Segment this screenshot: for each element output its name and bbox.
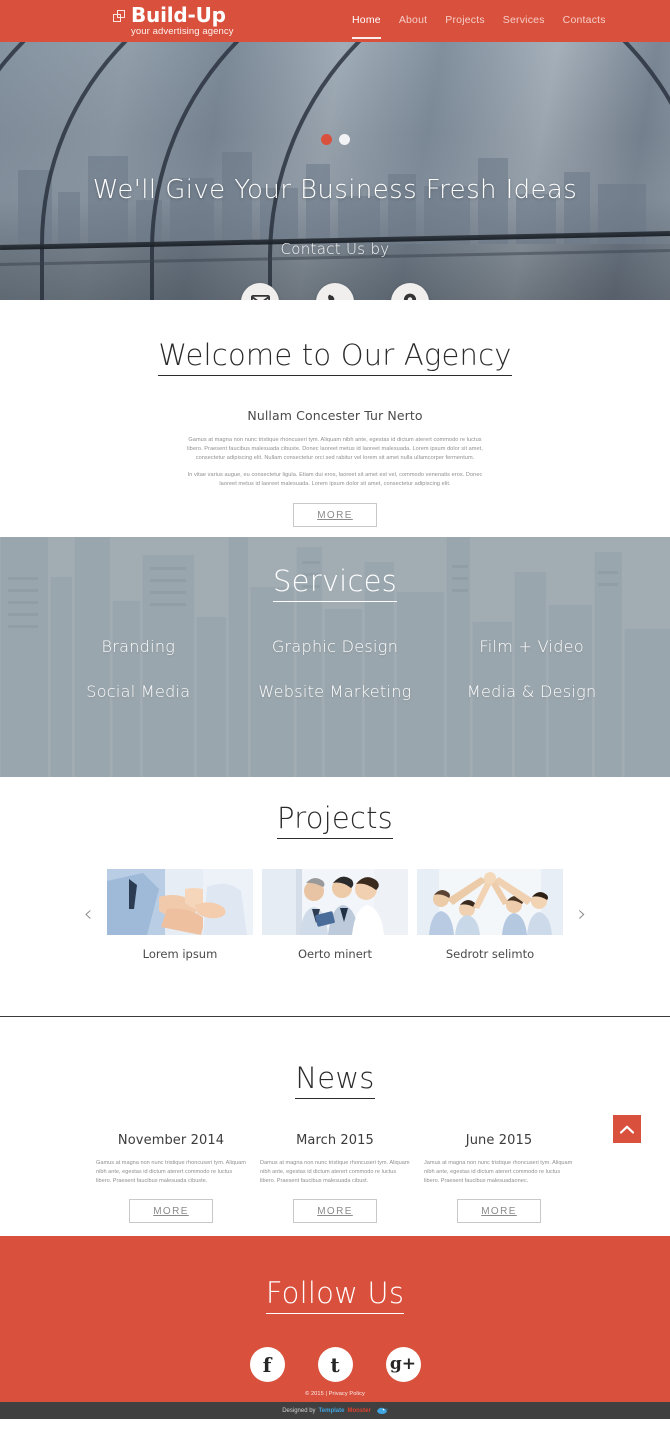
scroll-to-top-button[interactable]	[613, 1115, 641, 1143]
service-item-media-design[interactable]: Media & Design	[433, 682, 630, 701]
slider-dot-2[interactable]	[338, 134, 350, 145]
welcome-section: Welcome to Our Agency Nullam Concester T…	[0, 300, 670, 537]
news-date-3: June 2015	[465, 1133, 533, 1148]
project-card[interactable]: Sedrotr selimto	[417, 869, 563, 961]
main-nav: Home About Projects Services Contacts	[352, 14, 606, 39]
chevron-right-icon[interactable]: ›	[571, 904, 593, 926]
projects-title: Projects	[0, 801, 670, 839]
project-card[interactable]: Lorem ipsum	[107, 869, 253, 961]
nav-item-about[interactable]: About	[399, 14, 427, 37]
welcome-paragraph-1: Gamus at magna non nunc tristique rhoncu…	[187, 437, 483, 461]
welcome-paragraph-2: In vitae varius augue, eu consectetur li…	[187, 472, 483, 487]
google-plus-icon[interactable]: g+	[385, 1347, 421, 1382]
copyright: © 2015 | Privacy Policy	[0, 1391, 670, 1397]
templatemonster-template[interactable]: Template	[319, 1408, 345, 1414]
overlapping-squares-icon	[113, 10, 126, 23]
templatemonster-monster[interactable]: Monster	[347, 1408, 370, 1414]
nav-item-projects[interactable]: Projects	[445, 14, 485, 37]
hero-slider: We'll Give Your Business Fresh Ideas Con…	[0, 42, 670, 300]
news-text-2: Damus at magna non nunc tristique rhoncu…	[260, 1160, 410, 1184]
project-image-1	[107, 869, 253, 935]
news-title-text: News	[295, 1061, 375, 1099]
chevron-left-icon[interactable]: ‹	[77, 904, 99, 926]
site-footer: Follow Us f t g+ © 2015 | Privacy Policy	[0, 1236, 670, 1402]
map-pin-icon[interactable]	[391, 283, 429, 300]
nav-item-home[interactable]: Home	[352, 14, 381, 39]
news-date-2: March 2015	[296, 1133, 374, 1148]
project-caption-3: Sedrotr selimto	[445, 947, 535, 961]
envelope-icon[interactable]	[241, 283, 279, 300]
project-image-3	[417, 869, 563, 935]
facebook-icon[interactable]: f	[249, 1347, 285, 1382]
welcome-title-text: Welcome to Our Agency	[158, 338, 512, 376]
hero-contact-icons	[0, 283, 670, 300]
news-title: News	[0, 1061, 670, 1099]
logo-tagline: your advertising agency	[131, 26, 234, 37]
welcome-more-button[interactable]: MORE	[293, 503, 377, 527]
news-more-button-3[interactable]: MORE	[457, 1199, 541, 1223]
nav-item-services[interactable]: Services	[503, 14, 545, 37]
hero-title: We'll Give Your Business Fresh Ideas	[92, 175, 578, 205]
project-image-2	[262, 869, 408, 935]
site-header: Build-Up your advertising agency Home Ab…	[0, 0, 670, 42]
logo-title: Build-Up	[131, 3, 226, 27]
service-item-branding[interactable]: Branding	[40, 637, 237, 656]
news-grid: November 2014 Gamus at magna non nunc tr…	[0, 1133, 670, 1223]
services-title-text: Services	[273, 564, 397, 602]
project-caption-1: Lorem ipsum	[142, 947, 218, 961]
service-item-graphic-design[interactable]: Graphic Design	[237, 637, 434, 656]
footer-title: Follow Us	[0, 1276, 670, 1314]
project-caption-2: Oerto minert	[297, 947, 373, 961]
projects-title-text: Projects	[277, 801, 393, 839]
news-more-button-2[interactable]: MORE	[293, 1199, 377, 1223]
nav-item-contacts[interactable]: Contacts	[563, 14, 606, 37]
service-item-social-media[interactable]: Social Media	[40, 682, 237, 701]
tumblr-icon[interactable]: t	[317, 1347, 353, 1382]
news-text-1: Gamus at magna non nunc tristique rhoncu…	[96, 1160, 246, 1184]
news-date-1: November 2014	[117, 1133, 225, 1148]
hero-slider-dots	[0, 134, 670, 145]
designed-by-bar: Designed by Template Monster	[0, 1402, 670, 1419]
slider-dot-1[interactable]	[320, 134, 332, 145]
copyright-text: © 2015 |	[305, 1391, 329, 1397]
projects-section: Projects ‹ Lorem ipsum Oerto minert Sedr…	[0, 777, 670, 1017]
news-section: News November 2014 Gamus at magna non nu…	[0, 1017, 670, 1236]
news-text-3: Jamus at magna non nunc tristique rhoncu…	[424, 1160, 573, 1184]
welcome-title: Welcome to Our Agency	[0, 338, 670, 376]
site-logo[interactable]: Build-Up your advertising agency	[113, 5, 234, 37]
chevron-up-icon	[620, 1125, 634, 1134]
service-item-website-marketing[interactable]: Website Marketing	[237, 682, 434, 701]
phone-icon[interactable]	[316, 283, 354, 300]
designed-by-label: Designed by	[282, 1407, 316, 1414]
news-item: March 2015 Damus at magna non nunc trist…	[260, 1133, 410, 1223]
templatemonster-bird-icon	[376, 1406, 388, 1415]
project-card[interactable]: Oerto minert	[262, 869, 408, 961]
hero-subtitle: Contact Us by	[280, 240, 390, 258]
services-section: Services Branding Graphic Design Film + …	[0, 537, 670, 777]
social-links: f t g+	[0, 1347, 670, 1382]
news-more-button-1[interactable]: MORE	[129, 1199, 213, 1223]
projects-carousel: ‹ Lorem ipsum Oerto minert Sedrotr selim…	[0, 869, 670, 961]
privacy-policy-link[interactable]: Privacy Policy	[329, 1391, 365, 1397]
news-item: June 2015 Jamus at magna non nunc tristi…	[424, 1133, 574, 1223]
service-item-film-video[interactable]: Film + Video	[433, 637, 630, 656]
services-grid: Branding Graphic Design Film + Video Soc…	[0, 637, 670, 701]
news-item: November 2014 Gamus at magna non nunc tr…	[96, 1133, 246, 1223]
footer-title-text: Follow Us	[265, 1276, 405, 1314]
welcome-body: Gamus at magna non nunc tristique rhoncu…	[180, 436, 490, 489]
welcome-subtitle: Nullam Concester Tur Nerto	[247, 408, 423, 423]
services-title: Services	[0, 564, 670, 602]
